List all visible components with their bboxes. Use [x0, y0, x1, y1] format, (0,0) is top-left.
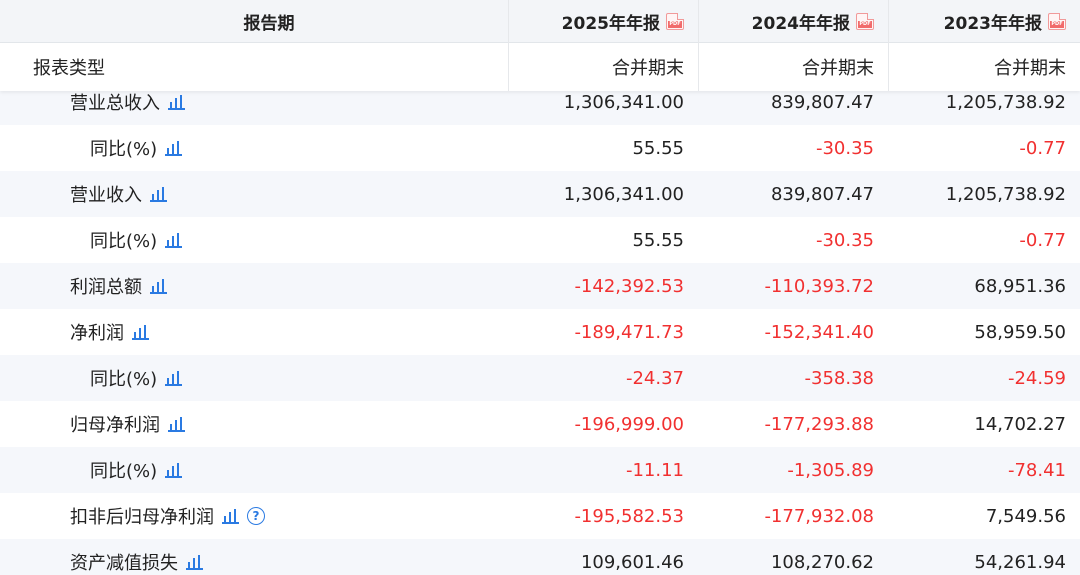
value-cell: -24.37	[625, 367, 684, 389]
value-cell: -196,999.00	[574, 413, 684, 435]
value-cell: -78.41	[1007, 459, 1066, 481]
value-cell: -0.77	[1019, 137, 1066, 159]
value-cell: 1,306,341.00	[563, 183, 684, 205]
value-cell: -189,471.73	[574, 321, 684, 343]
row-label: 资产减值损失	[70, 553, 178, 574]
row-label: 归母净利润	[70, 415, 160, 436]
question-circle-icon[interactable]: ?	[247, 507, 265, 525]
value-cell: -24.59	[1007, 367, 1066, 389]
table-row: 同比(%) -11.11 -1,305.89 -78.41	[0, 447, 1080, 493]
value-cell: 1,205,738.92	[945, 183, 1066, 205]
row-label-cell: 净利润	[0, 309, 508, 355]
value-cell: -142,392.53	[574, 275, 684, 297]
bar-chart-icon[interactable]	[168, 94, 185, 110]
row-label: 同比(%)	[90, 461, 158, 482]
column-divider	[698, 0, 699, 91]
pdf-file-icon[interactable]: PDF	[856, 12, 874, 30]
value-cell: -177,293.88	[764, 413, 874, 435]
table-row: 同比(%) 55.55 -30.35 -0.77	[0, 125, 1080, 171]
value-cell: 7,549.56	[985, 505, 1066, 527]
table-row: 归母净利润 -196,999.00 -177,293.88 14,702.27	[0, 401, 1080, 447]
row-label-cell: 扣非后归母净利润?	[0, 493, 508, 539]
row-label: 营业总收入	[70, 93, 160, 114]
bar-chart-icon[interactable]	[168, 416, 185, 432]
value-cell: -152,341.40	[764, 321, 874, 343]
row-label-cell: 归母净利润	[0, 401, 508, 447]
table-header: 报告期 2025年年报 PDF 2024年年报 PDF 2023年年报 PDF	[0, 0, 1080, 43]
value-cell: 839,807.47	[770, 183, 874, 205]
table-row: 利润总额 -142,392.53 -110,393.72 68,951.36	[0, 263, 1080, 309]
row-label-cell: 同比(%)	[0, 447, 508, 493]
table-row: 营业收入 1,306,341.00 839,807.47 1,205,738.92	[0, 171, 1080, 217]
header-period-2023[interactable]: 2023年年报 PDF	[888, 0, 1080, 42]
value-cell: 68,951.36	[974, 275, 1066, 297]
row-label: 净利润	[70, 323, 124, 344]
table-row: 扣非后归母净利润? -195,582.53 -177,932.08 7,549.56	[0, 493, 1080, 539]
bar-chart-icon[interactable]	[165, 140, 183, 156]
header-period-2024[interactable]: 2024年年报 PDF	[698, 0, 888, 42]
column-divider	[888, 0, 889, 91]
bar-chart-icon[interactable]	[186, 554, 203, 570]
column-divider	[508, 0, 509, 91]
bar-chart-icon[interactable]	[132, 324, 149, 340]
table-row: 净利润 -189,471.73 -152,341.40 58,959.50	[0, 309, 1080, 355]
header-report-period: 报告期	[243, 13, 295, 34]
header-period-2025[interactable]: 2025年年报 PDF	[508, 0, 698, 42]
report-type-value: 合并期末	[612, 58, 684, 79]
report-type-value: 合并期末	[994, 58, 1066, 79]
value-cell: -30.35	[815, 229, 874, 251]
row-label-cell: 同比(%)	[0, 125, 508, 171]
value-cell: 58,959.50	[974, 321, 1066, 343]
value-cell: -1,305.89	[787, 459, 874, 481]
report-type-row: 报表类型 合并期末 合并期末 合并期末	[0, 43, 1080, 91]
bar-chart-icon[interactable]	[150, 278, 167, 294]
value-cell: -30.35	[815, 137, 874, 159]
row-label: 同比(%)	[90, 139, 158, 160]
value-cell: 54,261.94	[974, 551, 1066, 573]
report-type-label: 报表类型	[33, 58, 105, 79]
row-label-cell: 营业收入	[0, 171, 508, 217]
row-label: 利润总额	[70, 277, 142, 298]
table-row: 同比(%) -24.37 -358.38 -24.59	[0, 355, 1080, 401]
value-cell: 109,601.46	[580, 551, 684, 573]
row-label: 同比(%)	[90, 369, 158, 390]
row-label-cell: 同比(%)	[0, 355, 508, 401]
row-label: 营业收入	[70, 185, 142, 206]
value-cell: -110,393.72	[764, 275, 874, 297]
row-label: 同比(%)	[90, 231, 158, 252]
value-cell: -11.11	[625, 459, 684, 481]
value-cell: -0.77	[1019, 229, 1066, 251]
bar-chart-icon[interactable]	[165, 232, 183, 248]
financial-table-body: 营业总收入 1,306,341.00 839,807.47 1,205,738.92 同…	[0, 79, 1080, 575]
table-row: 资产减值损失 109,601.46 108,270.62 54,261.94	[0, 539, 1080, 575]
pdf-file-icon[interactable]: PDF	[666, 12, 684, 30]
row-label: 扣非后归母净利润	[70, 507, 214, 528]
bar-chart-icon[interactable]	[150, 186, 167, 202]
value-cell: 108,270.62	[770, 551, 874, 573]
value-cell: 55.55	[632, 229, 684, 251]
pdf-file-icon[interactable]: PDF	[1048, 12, 1066, 30]
table-row: 同比(%) 55.55 -30.35 -0.77	[0, 217, 1080, 263]
row-label-cell: 资产减值损失	[0, 539, 508, 575]
report-type-value: 合并期末	[802, 58, 874, 79]
value-cell: 14,702.27	[974, 413, 1066, 435]
value-cell: -177,932.08	[764, 505, 874, 527]
row-label-cell: 利润总额	[0, 263, 508, 309]
bar-chart-icon[interactable]	[165, 370, 183, 386]
bar-chart-icon[interactable]	[165, 462, 183, 478]
bar-chart-icon[interactable]	[222, 508, 239, 524]
value-cell: -358.38	[804, 367, 874, 389]
row-label-cell: 同比(%)	[0, 217, 508, 263]
value-cell: 55.55	[632, 137, 684, 159]
value-cell: -195,582.53	[574, 505, 684, 527]
